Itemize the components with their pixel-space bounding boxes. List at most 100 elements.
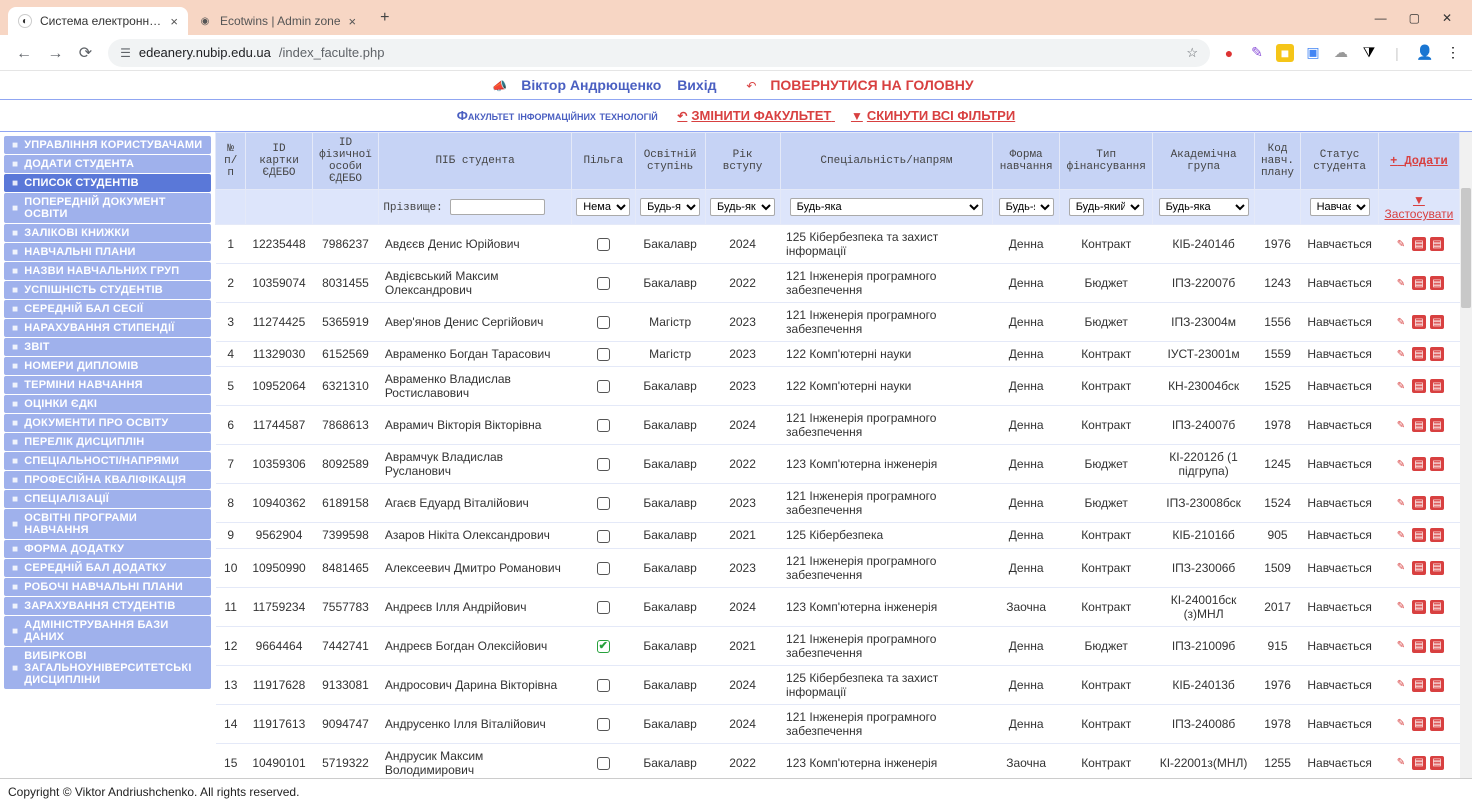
close-window-icon[interactable]: ✕: [1438, 7, 1456, 29]
close-icon[interactable]: ×: [170, 14, 178, 29]
change-faculty-link[interactable]: ↶ЗМІНИТИ ФАКУЛЬТЕТ: [677, 108, 835, 123]
finance-select[interactable]: Будь-який: [1069, 198, 1144, 216]
sidebar-item[interactable]: ■СЕРЕДНІЙ БАЛ СЕСІЇ: [4, 300, 211, 318]
sidebar-item[interactable]: ■СЕРЕДНІЙ БАЛ ДОДАТКУ: [4, 559, 211, 577]
sidebar-item[interactable]: ■ОСВІТНІ ПРОГРАМИ НАВЧАННЯ: [4, 509, 211, 539]
minimize-icon[interactable]: ―: [1371, 7, 1391, 29]
surname-input[interactable]: [450, 199, 545, 215]
edit-icon[interactable]: ✎: [1394, 639, 1408, 653]
card-icon[interactable]: ▤: [1412, 756, 1426, 770]
edit-icon[interactable]: ✎: [1394, 276, 1408, 290]
sidebar-item[interactable]: ■ФОРМА ДОДАТКУ: [4, 540, 211, 558]
form-select[interactable]: Будь-яка: [999, 198, 1054, 216]
card-icon[interactable]: ▤: [1412, 457, 1426, 471]
benefit-select[interactable]: Нема: [576, 198, 630, 216]
url-input[interactable]: ☰ edeanery.nubip.edu.ua/index_faculte.ph…: [108, 39, 1210, 67]
profile-icon[interactable]: 👤: [1416, 44, 1434, 62]
extensions-icon[interactable]: ⧩: [1360, 44, 1378, 62]
card-icon[interactable]: ▤: [1412, 496, 1426, 510]
scrollbar-thumb[interactable]: [1461, 188, 1471, 308]
benefit-checkbox[interactable]: [597, 380, 610, 393]
card-icon[interactable]: ▤: [1430, 276, 1444, 290]
benefit-checkbox[interactable]: [597, 497, 610, 510]
sidebar-item[interactable]: ■ТЕРМІНИ НАВЧАННЯ: [4, 376, 211, 394]
maximize-icon[interactable]: ▢: [1405, 7, 1424, 29]
card-icon[interactable]: ▤: [1412, 600, 1426, 614]
menu-icon[interactable]: ⋮: [1444, 44, 1462, 62]
edit-icon[interactable]: ✎: [1394, 315, 1408, 329]
benefit-checkbox[interactable]: [597, 718, 610, 731]
benefit-checkbox[interactable]: [597, 419, 610, 432]
card-icon[interactable]: ▤: [1430, 315, 1444, 329]
sidebar-item[interactable]: ■УСПІШНІСТЬ СТУДЕНТІВ: [4, 281, 211, 299]
edit-icon[interactable]: ✎: [1394, 347, 1408, 361]
edit-icon[interactable]: ✎: [1394, 237, 1408, 251]
sidebar-item[interactable]: ■СПЕЦІАЛЬНОСТІ/НАПРЯМИ: [4, 452, 211, 470]
sidebar-item[interactable]: ■СПИСОК СТУДЕНТІВ: [4, 174, 211, 192]
apply-filter-link[interactable]: ▼ Застосувати: [1385, 193, 1454, 221]
sidebar-item[interactable]: ■АДМІНІСТРУВАННЯ БАЗИ ДАНИХ: [4, 616, 211, 646]
card-icon[interactable]: ▤: [1412, 717, 1426, 731]
sidebar-item[interactable]: ■УПРАВЛІННЯ КОРИСТУВАЧАМИ: [4, 136, 211, 154]
card-icon[interactable]: ▤: [1412, 315, 1426, 329]
browser-tab-inactive[interactable]: ◉ Ecotwins | Admin zone ×: [188, 7, 366, 35]
ext-icon[interactable]: ●: [1220, 44, 1238, 62]
card-icon[interactable]: ▤: [1412, 561, 1426, 575]
return-home-link[interactable]: ПОВЕРНУТИСЯ НА ГОЛОВНУ: [770, 77, 973, 93]
sidebar-item[interactable]: ■ЗАЛІКОВІ КНИЖКИ: [4, 224, 211, 242]
browser-tab-active[interactable]: ◐ Система електронного декан… ×: [8, 7, 188, 35]
card-icon[interactable]: ▤: [1412, 347, 1426, 361]
user-link[interactable]: Віктор Андрющенко: [521, 77, 661, 93]
benefit-checkbox[interactable]: [597, 530, 610, 543]
scrollbar[interactable]: [1460, 132, 1472, 778]
edit-icon[interactable]: ✎: [1394, 528, 1408, 542]
card-icon[interactable]: ▤: [1430, 639, 1444, 653]
card-icon[interactable]: ▤: [1430, 379, 1444, 393]
logout-link[interactable]: Вихід: [677, 77, 716, 93]
sidebar-item[interactable]: ■ПЕРЕЛІК ДИСЦИПЛІН: [4, 433, 211, 451]
forward-icon[interactable]: →: [41, 41, 69, 66]
benefit-checkbox[interactable]: [597, 601, 610, 614]
benefit-checkbox[interactable]: [597, 277, 610, 290]
card-icon[interactable]: ▤: [1412, 528, 1426, 542]
edit-icon[interactable]: ✎: [1394, 678, 1408, 692]
ext-icon[interactable]: ✎: [1248, 44, 1266, 62]
card-icon[interactable]: ▤: [1412, 418, 1426, 432]
card-icon[interactable]: ▤: [1412, 276, 1426, 290]
edit-icon[interactable]: ✎: [1394, 418, 1408, 432]
sidebar-item[interactable]: ■НАРАХУВАННЯ СТИПЕНДІЇ: [4, 319, 211, 337]
sidebar-item[interactable]: ■ПРОФЕСІЙНА КВАЛІФІКАЦІЯ: [4, 471, 211, 489]
back-icon[interactable]: ←: [10, 41, 38, 66]
edit-icon[interactable]: ✎: [1394, 600, 1408, 614]
sidebar-item[interactable]: ■ЗАРАХУВАННЯ СТУДЕНТІВ: [4, 597, 211, 615]
degree-select[interactable]: Будь-я: [640, 198, 700, 216]
card-icon[interactable]: ▤: [1430, 418, 1444, 432]
card-icon[interactable]: ▤: [1430, 561, 1444, 575]
card-icon[interactable]: ▤: [1412, 678, 1426, 692]
benefit-checkbox[interactable]: [597, 679, 610, 692]
benefit-checkbox[interactable]: [597, 757, 610, 770]
edit-icon[interactable]: ✎: [1394, 496, 1408, 510]
sidebar-item[interactable]: ■СПЕЦІАЛІЗАЦІЇ: [4, 490, 211, 508]
benefit-checkbox[interactable]: [597, 640, 610, 653]
card-icon[interactable]: ▤: [1430, 600, 1444, 614]
card-icon[interactable]: ▤: [1430, 457, 1444, 471]
site-info-icon[interactable]: ☰: [120, 46, 131, 60]
bookmark-icon[interactable]: ☆: [1186, 45, 1198, 61]
edit-icon[interactable]: ✎: [1394, 561, 1408, 575]
sidebar-item[interactable]: ■НАВЧАЛЬНІ ПЛАНИ: [4, 243, 211, 261]
benefit-checkbox[interactable]: [597, 316, 610, 329]
edit-icon[interactable]: ✎: [1394, 717, 1408, 731]
edit-icon[interactable]: ✎: [1394, 379, 1408, 393]
sidebar-item[interactable]: ■ОЦІНКИ ЄДКІ: [4, 395, 211, 413]
sidebar-item[interactable]: ■ДОДАТИ СТУДЕНТА: [4, 155, 211, 173]
reset-filters-link[interactable]: ▼СКИНУТИ ВСІ ФІЛЬТРИ: [851, 108, 1015, 123]
edit-icon[interactable]: ✎: [1394, 756, 1408, 770]
benefit-checkbox[interactable]: [597, 238, 610, 251]
card-icon[interactable]: ▤: [1412, 639, 1426, 653]
sidebar-item[interactable]: ■ДОКУМЕНТИ ПРО ОСВІТУ: [4, 414, 211, 432]
sidebar-item[interactable]: ■РОБОЧІ НАВЧАЛЬНІ ПЛАНИ: [4, 578, 211, 596]
sidebar-item[interactable]: ■НОМЕРИ ДИПЛОМІВ: [4, 357, 211, 375]
card-icon[interactable]: ▤: [1412, 237, 1426, 251]
card-icon[interactable]: ▤: [1430, 717, 1444, 731]
